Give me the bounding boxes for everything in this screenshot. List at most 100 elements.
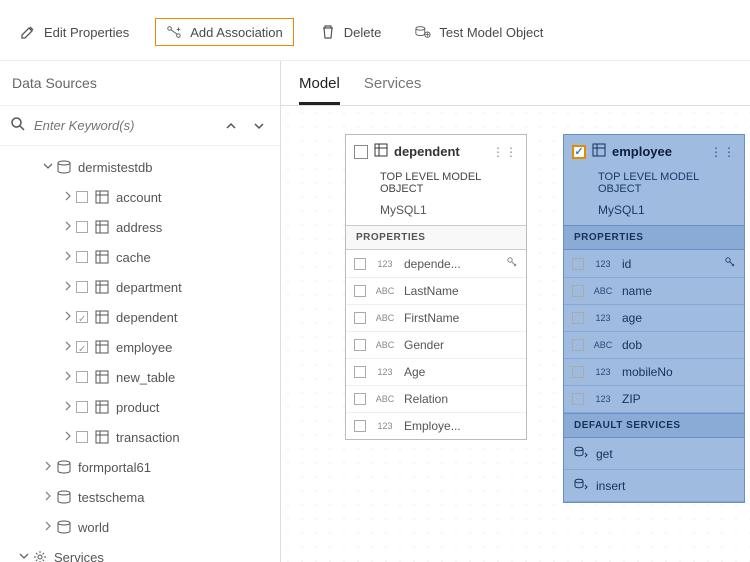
model-card-employee[interactable]: employee ⋮⋮ TOP LEVEL MODEL OBJECT MySQL… — [563, 134, 745, 503]
tree-node-label: cache — [116, 250, 280, 265]
tree-checkbox[interactable] — [76, 191, 88, 203]
property-checkbox[interactable] — [354, 393, 366, 405]
chevron-right-icon — [60, 191, 76, 204]
tree-node-label: address — [116, 220, 280, 235]
property-checkbox[interactable] — [572, 312, 584, 324]
card-title: employee — [612, 144, 704, 159]
property-name: dob — [622, 338, 736, 352]
tab-model[interactable]: Model — [299, 75, 340, 105]
tree-node-table[interactable]: new_table — [0, 362, 280, 392]
delete-button[interactable]: Delete — [312, 18, 390, 46]
drag-handle-icon[interactable]: ⋮⋮ — [492, 145, 518, 159]
tree-checkbox[interactable] — [76, 281, 88, 293]
property-name: age — [622, 311, 736, 325]
property-row[interactable]: ABC LastName — [346, 278, 526, 305]
property-name: Age — [404, 365, 518, 379]
property-checkbox[interactable] — [354, 285, 366, 297]
association-icon — [166, 24, 182, 40]
tree-node-db[interactable]: world — [0, 512, 280, 542]
property-type: 123 — [590, 394, 616, 404]
tree-node-table[interactable]: dependent — [0, 302, 280, 332]
property-type: ABC — [590, 340, 616, 350]
tree-node-db[interactable]: dermistestdb — [0, 152, 280, 182]
service-icon — [574, 445, 588, 462]
model-card-dependent[interactable]: dependent ⋮⋮ TOP LEVEL MODEL OBJECT MySQ… — [345, 134, 527, 440]
drag-handle-icon[interactable]: ⋮⋮ — [710, 145, 736, 159]
tree-node-db[interactable]: testschema — [0, 482, 280, 512]
property-row[interactable]: ABC name — [564, 278, 744, 305]
add-association-button[interactable]: Add Association — [155, 18, 294, 46]
tree-checkbox[interactable] — [76, 371, 88, 383]
tree-node-table[interactable]: account — [0, 182, 280, 212]
property-checkbox[interactable] — [572, 285, 584, 297]
tree-node-table[interactable]: address — [0, 212, 280, 242]
tree-checkbox[interactable] — [76, 401, 88, 413]
tree-node-label: department — [116, 280, 280, 295]
property-checkbox[interactable] — [572, 366, 584, 378]
property-row[interactable]: 123 Age — [346, 359, 526, 386]
tree-node-table[interactable]: transaction — [0, 422, 280, 452]
property-name: id — [622, 257, 718, 271]
tab-services[interactable]: Services — [364, 75, 422, 105]
toolbar: Edit Properties Add Association Delete T… — [0, 0, 750, 61]
tree-node-table[interactable]: employee — [0, 332, 280, 362]
service-name: get — [596, 447, 613, 461]
tree-node-table[interactable]: cache — [0, 242, 280, 272]
property-checkbox[interactable] — [572, 258, 584, 270]
tree-node-label: new_table — [116, 370, 280, 385]
card-checkbox[interactable] — [354, 145, 368, 159]
test-model-button[interactable]: Test Model Object — [407, 18, 551, 46]
table-icon — [94, 339, 110, 355]
card-checkbox[interactable] — [572, 145, 586, 159]
properties-header: PROPERTIES — [346, 225, 526, 250]
edit-properties-button[interactable]: Edit Properties — [12, 18, 137, 46]
service-row[interactable]: get — [564, 438, 744, 470]
property-checkbox[interactable] — [572, 339, 584, 351]
tree-node-table[interactable]: department — [0, 272, 280, 302]
property-checkbox[interactable] — [354, 258, 366, 270]
property-row[interactable]: 123 id — [564, 250, 744, 278]
property-row[interactable]: ABC FirstName — [346, 305, 526, 332]
property-row[interactable]: ABC Relation — [346, 386, 526, 413]
property-row[interactable]: 123 Employe... — [346, 413, 526, 439]
service-icon — [574, 477, 588, 494]
chevron-down-icon — [16, 551, 32, 562]
tree-node-table[interactable]: product — [0, 392, 280, 422]
table-icon — [94, 219, 110, 235]
tree-checkbox[interactable] — [76, 221, 88, 233]
tree-node-label: formportal61 — [78, 460, 280, 475]
property-row[interactable]: 123 ZIP — [564, 386, 744, 413]
property-checkbox[interactable] — [572, 393, 584, 405]
property-row[interactable]: 123 age — [564, 305, 744, 332]
property-row[interactable]: 123 mobileNo — [564, 359, 744, 386]
table-icon — [94, 279, 110, 295]
test-icon — [415, 24, 431, 40]
service-row[interactable]: insert — [564, 470, 744, 502]
key-icon — [506, 256, 518, 271]
tree-node-db[interactable]: formportal61 — [0, 452, 280, 482]
tree-checkbox[interactable] — [76, 311, 88, 323]
property-row[interactable]: ABC dob — [564, 332, 744, 359]
tree: dermistestdb account address cache depar… — [0, 146, 280, 562]
tree-node-services[interactable]: Services — [0, 542, 280, 562]
tree-checkbox[interactable] — [76, 431, 88, 443]
collapse-up-button[interactable] — [220, 115, 242, 137]
chevron-right-icon — [60, 251, 76, 264]
tree-checkbox[interactable] — [76, 341, 88, 353]
delete-label: Delete — [344, 25, 382, 40]
property-row[interactable]: 123 depende... — [346, 250, 526, 278]
expand-down-button[interactable] — [248, 115, 270, 137]
property-name: ZIP — [622, 392, 736, 406]
tree-node-label: world — [78, 520, 280, 535]
property-checkbox[interactable] — [354, 420, 366, 432]
tabbar: Model Services — [281, 61, 750, 106]
property-checkbox[interactable] — [354, 339, 366, 351]
tree-checkbox[interactable] — [76, 251, 88, 263]
canvas[interactable]: dependent ⋮⋮ TOP LEVEL MODEL OBJECT MySQ… — [281, 106, 750, 562]
search-input[interactable] — [32, 114, 214, 137]
property-row[interactable]: ABC Gender — [346, 332, 526, 359]
card-subtitle: TOP LEVEL MODEL OBJECT — [346, 168, 526, 201]
chevron-right-icon — [60, 401, 76, 414]
property-checkbox[interactable] — [354, 366, 366, 378]
property-checkbox[interactable] — [354, 312, 366, 324]
